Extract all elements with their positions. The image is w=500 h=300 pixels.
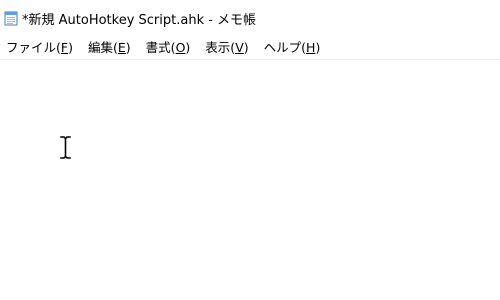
menu-view[interactable]: 表示(V) [199, 37, 254, 59]
menu-help[interactable]: ヘルプ(H) [258, 37, 327, 59]
notepad-window: *新規 AutoHotkey Script.ahk - メモ帳 ファイル(F) … [0, 0, 500, 300]
notepad-icon [4, 11, 18, 25]
title-bar[interactable]: *新規 AutoHotkey Script.ahk - メモ帳 [0, 0, 500, 36]
window-title: *新規 AutoHotkey Script.ahk - メモ帳 [22, 12, 257, 28]
menu-edit[interactable]: 編集(E) [82, 37, 137, 59]
text-editor-area[interactable] [0, 60, 500, 300]
menu-bar: ファイル(F) 編集(E) 書式(O) 表示(V) ヘルプ(H) [0, 37, 500, 60]
menu-format[interactable]: 書式(O) [140, 37, 197, 59]
menu-file[interactable]: ファイル(F) [0, 37, 79, 59]
